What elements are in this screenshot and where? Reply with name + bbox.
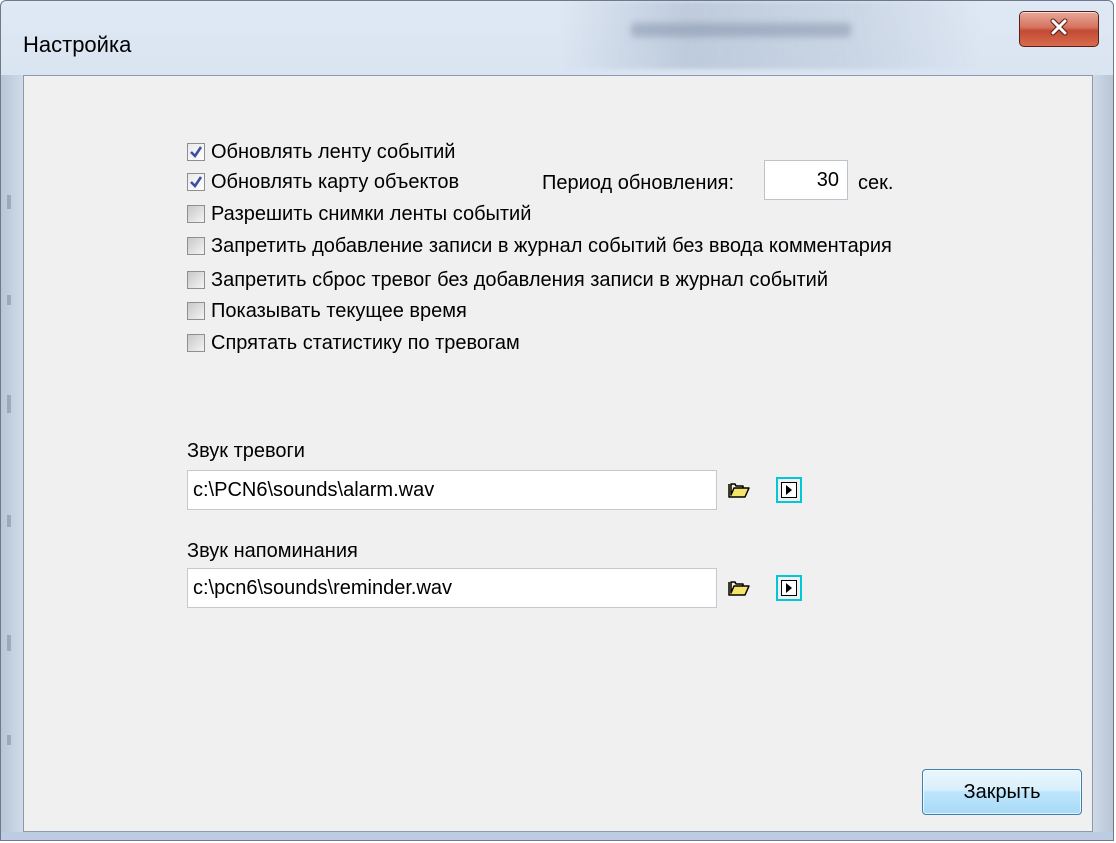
option-forbid-alarm-reset-without-entry[interactable]: Запретить сброс тревог без добавления за… [187,268,828,292]
option-label: Спрятать статистику по тревогам [211,331,520,354]
option-update-object-map[interactable]: Обновлять карту объектов [187,170,459,194]
window-title: Настройка [23,32,132,57]
settings-window: Настройка Обновлять ленту событий Обновл… [0,0,1114,841]
window-right-frame [1091,75,1113,832]
play-icon [781,580,797,596]
checkbox[interactable] [187,302,205,320]
alarm-sound-label: Звук тревоги [187,440,305,462]
reminder-sound-play-button[interactable] [776,575,802,601]
window-close-button[interactable] [1019,11,1099,47]
checkbox[interactable] [187,334,205,352]
checkbox[interactable] [187,271,205,289]
close-button[interactable]: Закрыть [922,769,1082,815]
settings-panel: Обновлять ленту событий Обновлять карту … [23,75,1093,832]
option-hide-alarm-statistics[interactable]: Спрятать статистику по тревогам [187,331,520,355]
checkbox[interactable] [187,173,205,191]
alarm-sound-play-button[interactable] [776,477,802,503]
update-period-label: Период обновления: [542,172,735,194]
option-label: Запретить сброс тревог без добавления за… [211,268,829,291]
title-bar: Настройка [1,1,1113,69]
folder-open-icon [728,483,750,498]
play-icon [781,482,797,498]
checkbox[interactable] [187,205,205,223]
check-mark-icon [190,176,203,189]
option-allow-feed-snapshots[interactable]: Разрешить снимки ленты событий [187,202,531,226]
checkbox[interactable] [187,237,205,255]
background-window-ghost [561,1,981,69]
option-label: Обновлять карту объектов [211,170,460,193]
check-mark-icon [190,146,203,159]
option-forbid-entry-without-comment[interactable]: Запретить добавление записи в журнал соб… [187,234,892,258]
option-show-current-time[interactable]: Показывать текущее время [187,299,467,323]
alarm-sound-path-input[interactable]: c:\PCN6\sounds\alarm.wav [187,470,717,510]
reminder-sound-path-input[interactable]: c:\pcn6\sounds\reminder.wav [187,568,717,608]
reminder-sound-browse-button[interactable] [726,575,752,601]
option-label: Запретить добавление записи в журнал соб… [211,234,892,257]
close-icon [1049,17,1069,42]
window-left-frame [1,75,23,832]
option-label: Разрешить снимки ленты событий [211,202,532,225]
option-update-event-feed[interactable]: Обновлять ленту событий [187,140,455,164]
reminder-sound-label: Звук напоминания [187,540,358,562]
alarm-sound-browse-button[interactable] [726,477,752,503]
folder-open-icon [728,581,750,596]
update-period-input[interactable]: 30 [764,160,848,200]
update-period-unit: сек. [858,172,894,194]
option-label: Показывать текущее время [211,299,467,322]
checkbox[interactable] [187,143,205,161]
option-label: Обновлять ленту событий [211,140,456,163]
